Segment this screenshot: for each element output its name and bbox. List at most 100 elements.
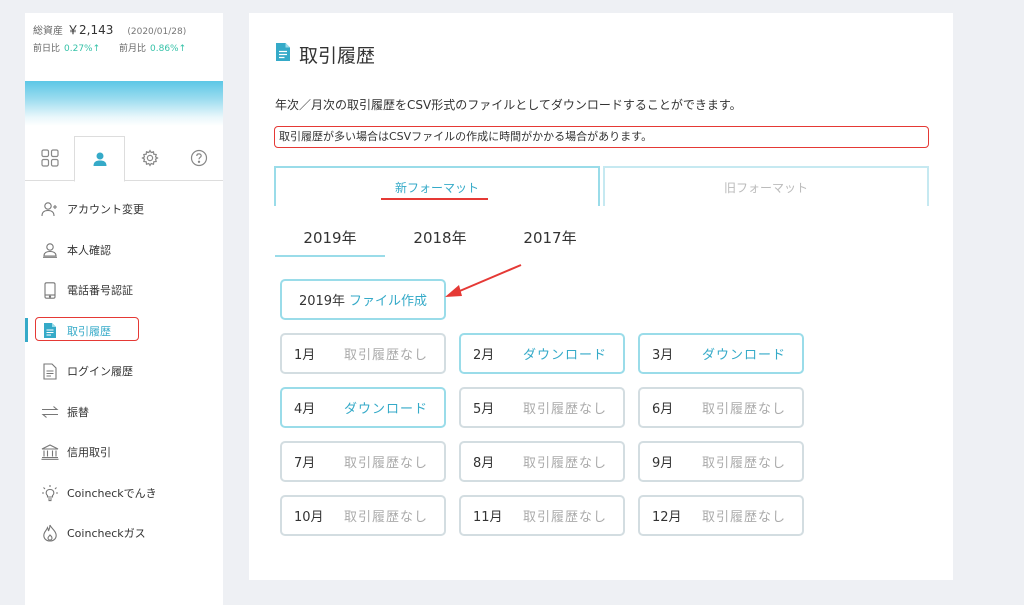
phone-icon — [44, 282, 56, 299]
highlight-underline — [381, 198, 488, 200]
help-icon — [190, 149, 207, 167]
sidebar-item-label: アカウント変更 — [67, 203, 144, 217]
sidebar-item-identity[interactable]: 本人確認 — [25, 230, 223, 271]
sidebar-item-login-history[interactable]: ログイン履歴 — [25, 351, 223, 392]
month-label: 6月 — [652, 402, 674, 417]
sidebar-item-phone-auth[interactable]: 電話番号認証 — [25, 270, 223, 311]
year-tab-2019[interactable]: 2019年 — [275, 225, 385, 257]
warning-notice: 取引履歴が多い場合はCSVファイルの作成に時間がかかる場合があります。 — [274, 126, 929, 148]
month-status: 取引履歴なし — [523, 510, 608, 525]
tab-apps[interactable] — [25, 136, 74, 180]
month-status: 取引履歴なし — [702, 510, 787, 525]
sidebar-item-label: 信用取引 — [67, 446, 111, 460]
month-label: 4月 — [294, 402, 316, 417]
month-status: 取引履歴なし — [344, 510, 429, 525]
sidebar-item-label: 振替 — [67, 405, 89, 419]
download-link[interactable]: ダウンロード — [702, 344, 786, 363]
month-label: 8月 — [473, 456, 495, 471]
create-file-button[interactable]: 2019年 ファイル作成 — [280, 279, 446, 320]
tab-old-format[interactable]: 旧フォーマット — [603, 166, 929, 206]
total-assets-value: ￥2,143 — [67, 23, 114, 37]
month-label: 10月 — [294, 510, 324, 525]
sidebar-item-label: ログイン履歴 — [67, 365, 133, 379]
sidebar-item-label: 電話番号認証 — [67, 284, 133, 298]
sidebar-item-label: Coincheckでんき — [67, 486, 157, 500]
download-link[interactable]: ダウンロード — [523, 344, 607, 363]
id-person-icon — [43, 242, 57, 258]
month-status: 取引履歴なし — [523, 456, 608, 471]
month-label: 2月 — [473, 348, 495, 363]
sidebar-item-margin-trading[interactable]: 信用取引 — [25, 432, 223, 473]
page-title-text: 取引履歴 — [299, 45, 376, 67]
tab-old-format-label: 旧フォーマット — [723, 180, 808, 195]
page-title: 取引履歴 — [275, 41, 375, 68]
month-status: 取引履歴なし — [344, 348, 429, 363]
month-cell-10: 10月 取引履歴なし — [280, 495, 446, 536]
month-cell-2[interactable]: 2月 ダウンロード — [459, 333, 625, 374]
document-icon — [276, 43, 290, 61]
month-status: 取引履歴なし — [702, 402, 787, 417]
month-label: 3月 — [652, 348, 674, 363]
page-description: 年次／月次の取引履歴をCSV形式のファイルとしてダウンロードすることができます。 — [275, 98, 742, 112]
month-cell-11: 11月 取引履歴なし — [459, 495, 625, 536]
sidebar-item-denki[interactable]: Coincheckでんき — [25, 473, 223, 514]
month-cell-1: 1月 取引履歴なし — [280, 333, 446, 374]
year-tabs: 2019年 2018年 2017年 — [275, 225, 605, 257]
format-tabs: 新フォーマット 旧フォーマット — [274, 166, 929, 206]
list-doc-icon — [43, 363, 57, 380]
month-cell-3[interactable]: 3月 ダウンロード — [638, 333, 804, 374]
month-status: 取引履歴なし — [523, 402, 608, 417]
sidebar-item-gas[interactable]: Coincheckガス — [25, 513, 223, 554]
year-tab-2017[interactable]: 2017年 — [495, 225, 605, 257]
month-status: 取引履歴なし — [344, 456, 429, 471]
month-cell-5: 5月 取引履歴なし — [459, 387, 625, 428]
grid-icon — [40, 149, 59, 167]
flame-icon — [43, 525, 57, 542]
person-icon — [93, 152, 106, 166]
asset-summary: 総資産 ￥2,143 (2020/01/28) 前日比 0.27%↑ 前月比 0.8… — [25, 13, 223, 54]
sidebar-menu: アカウント変更 本人確認 電話番号認証 取引履歴 ログイン履歴 振替 信用取引 — [25, 189, 223, 554]
gear-icon — [140, 149, 159, 167]
month-status: 取引履歴なし — [702, 456, 787, 471]
lightbulb-icon — [42, 484, 58, 501]
tab-settings[interactable] — [125, 136, 174, 180]
main-panel: 取引履歴 年次／月次の取引履歴をCSV形式のファイルとしてダウンロードすることが… — [249, 13, 953, 580]
day-change-label: 前日比 — [33, 44, 61, 54]
total-assets-label: 総資産 — [33, 26, 63, 37]
month-cell-6: 6月 取引履歴なし — [638, 387, 804, 428]
month-change-label: 前月比 — [119, 44, 147, 54]
bank-icon — [41, 444, 59, 461]
month-label: 5月 — [473, 402, 495, 417]
tab-new-format[interactable]: 新フォーマット — [274, 166, 600, 206]
day-change-value: 0.27%↑ — [64, 44, 101, 54]
annotation-arrow — [445, 264, 522, 297]
month-change-value: 0.86%↑ — [150, 44, 187, 54]
month-grid: 1月 取引履歴なし 2月 ダウンロード 3月 ダウンロード 4月 ダウンロード 5月 取引… — [280, 333, 804, 536]
month-label: 9月 — [652, 456, 674, 471]
sidebar-item-label: Coincheckガス — [67, 527, 146, 541]
highlight-box — [35, 316, 139, 341]
month-label: 12月 — [652, 510, 682, 525]
create-year: 2019年 — [298, 294, 346, 309]
month-cell-12: 12月 取引履歴なし — [638, 495, 804, 536]
month-cell-4[interactable]: 4月 ダウンロード — [280, 387, 446, 428]
asset-chart-wave — [25, 81, 223, 126]
month-cell-9: 9月 取引履歴なし — [638, 441, 804, 482]
month-label: 11月 — [473, 510, 503, 525]
sidebar-item-account-change[interactable]: アカウント変更 — [25, 189, 223, 230]
tab-account[interactable] — [74, 136, 125, 182]
tab-new-format-label: 新フォーマット — [394, 180, 479, 195]
create-file-link: ファイル作成 — [349, 294, 428, 309]
sidebar-item-trade-history[interactable]: 取引履歴 — [25, 311, 223, 352]
month-cell-8: 8月 取引履歴なし — [459, 441, 625, 482]
sidebar-item-label: 本人確認 — [67, 243, 111, 257]
tab-help[interactable] — [174, 136, 223, 180]
transfer-icon — [41, 405, 59, 418]
summary-date: (2020/01/28) — [127, 27, 187, 37]
month-label: 7月 — [294, 456, 316, 471]
year-tab-2018[interactable]: 2018年 — [385, 225, 495, 257]
person-plus-icon — [41, 202, 57, 217]
sidebar: 総資産 ￥2,143 (2020/01/28) 前日比 0.27%↑ 前月比 0.8… — [25, 13, 223, 605]
download-link[interactable]: ダウンロード — [344, 398, 428, 417]
sidebar-item-transfer[interactable]: 振替 — [25, 392, 223, 433]
